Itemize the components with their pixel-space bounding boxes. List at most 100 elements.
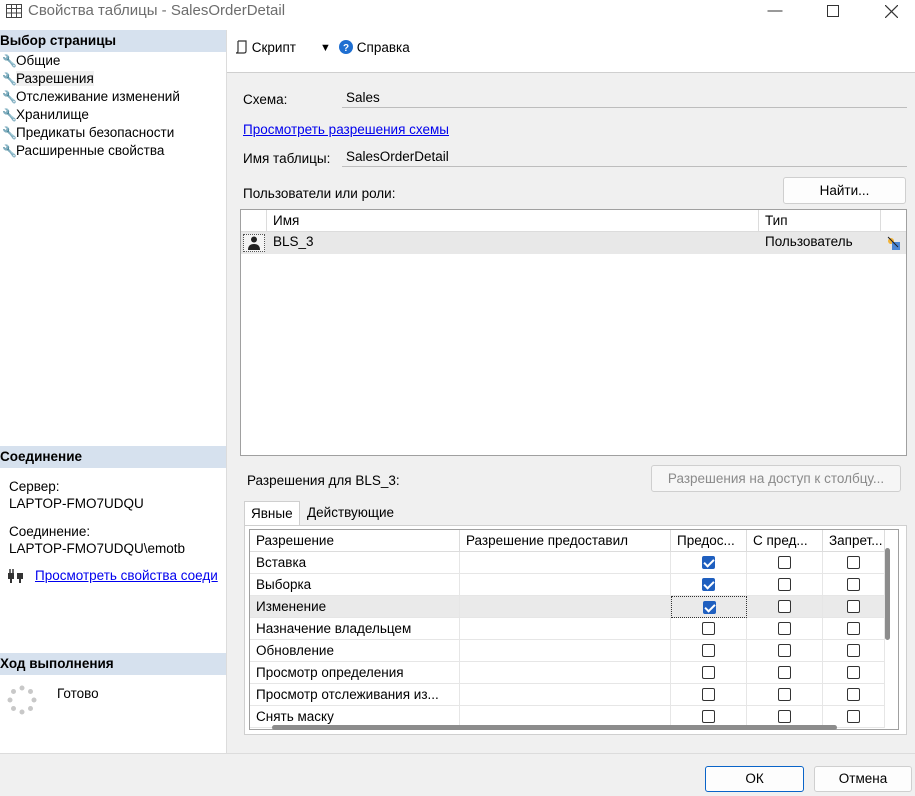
users-roles-label: Пользователи или роли: bbox=[243, 186, 396, 201]
perm-grant-checkbox[interactable] bbox=[703, 601, 716, 614]
perm-with-grant-checkbox[interactable] bbox=[778, 578, 791, 591]
perm-grant-cell bbox=[671, 574, 747, 596]
perm-deny-checkbox[interactable] bbox=[847, 644, 860, 657]
view-schema-permissions-link[interactable]: Просмотреть разрешения схемы bbox=[243, 122, 449, 137]
perm-deny-checkbox[interactable] bbox=[847, 666, 860, 679]
nav-item-permissions[interactable]: 🔧Разрешения bbox=[2, 70, 94, 88]
perm-deny-checkbox[interactable] bbox=[847, 622, 860, 635]
table-row[interactable]: Обновление bbox=[250, 640, 885, 662]
perm-deny-checkbox[interactable] bbox=[847, 688, 860, 701]
perm-grantor bbox=[460, 596, 671, 618]
minimize-button[interactable]: — bbox=[752, 0, 798, 24]
perm-grantor bbox=[460, 640, 671, 662]
perm-grant-checkbox[interactable] bbox=[702, 710, 715, 723]
schema-label: Схема: bbox=[243, 92, 288, 107]
perm-with-grant-checkbox[interactable] bbox=[778, 666, 791, 679]
maximize-button[interactable] bbox=[810, 0, 856, 24]
cancel-button[interactable]: Отмена bbox=[814, 766, 912, 792]
toolbar: Скрипт ▼ ? Справка bbox=[227, 30, 915, 73]
perm-col-grantor-header[interactable]: Разрешение предоставил bbox=[460, 530, 671, 552]
table-row[interactable]: Изменение bbox=[250, 596, 885, 618]
perm-grant-checkbox[interactable] bbox=[702, 622, 715, 635]
script-dropdown-arrow[interactable]: ▼ bbox=[320, 38, 331, 58]
progress-spinner-icon bbox=[7, 685, 37, 715]
table-row[interactable]: Назначение владельцем bbox=[250, 618, 885, 640]
perm-grant-checkbox[interactable] bbox=[702, 556, 715, 569]
perm-grantor bbox=[460, 662, 671, 684]
connection-header: Соединение bbox=[0, 446, 226, 468]
maximize-icon bbox=[827, 5, 839, 17]
perm-deny-checkbox[interactable] bbox=[847, 600, 860, 613]
perm-with-grant-checkbox[interactable] bbox=[778, 556, 791, 569]
table-row[interactable]: Вставка bbox=[250, 552, 885, 574]
perm-with-grant-checkbox[interactable] bbox=[778, 622, 791, 635]
table-row[interactable]: BLS_3 Пользователь bbox=[241, 232, 906, 254]
perm-grant-checkbox[interactable] bbox=[702, 666, 715, 679]
perm-col-with-grant-header[interactable]: С пред... bbox=[747, 530, 823, 552]
help-button[interactable]: ? Справка bbox=[339, 38, 410, 58]
permissions-for-label: Разрешения для BLS_3: bbox=[247, 473, 400, 488]
permissions-panel: Разрешение Разрешение предоставил Предос..… bbox=[244, 525, 907, 735]
users-grid-icon-header bbox=[241, 210, 267, 232]
right-panel: Скрипт ▼ ? Справка Схема: Sales Просмотр… bbox=[227, 30, 915, 753]
nav-item-change-tracking[interactable]: 🔧Отслеживание изменений bbox=[2, 88, 180, 106]
close-icon bbox=[884, 4, 898, 19]
help-label: Справка bbox=[356, 40, 410, 55]
perm-grant-checkbox[interactable] bbox=[702, 578, 715, 591]
perm-deny-checkbox[interactable] bbox=[847, 710, 860, 723]
left-panel: Выбор страницы 🔧Общие 🔧Разрешения 🔧Отсле… bbox=[0, 30, 227, 753]
table-row[interactable]: Просмотр отслеживания из... bbox=[250, 684, 885, 706]
perm-grant-checkbox[interactable] bbox=[702, 688, 715, 701]
table-name-label: Имя таблицы: bbox=[243, 151, 331, 166]
nav-item-extended-properties[interactable]: 🔧Расширенные свойства bbox=[2, 142, 164, 160]
nav-item-general[interactable]: 🔧Общие bbox=[2, 52, 60, 70]
perm-with-grant-checkbox[interactable] bbox=[778, 688, 791, 701]
perm-grantor bbox=[460, 684, 671, 706]
close-button[interactable] bbox=[868, 0, 914, 24]
perm-grant-cell bbox=[671, 596, 747, 618]
column-permissions-button[interactable]: Разрешения на доступ к столбцу... bbox=[651, 465, 901, 492]
table-row[interactable]: Выборка bbox=[250, 574, 885, 596]
users-grid-type-header[interactable]: Тип bbox=[759, 210, 881, 232]
perm-with-grant-cell bbox=[747, 662, 823, 684]
perm-col-deny-header[interactable]: Запрет... bbox=[823, 530, 885, 552]
perm-name: Назначение владельцем bbox=[250, 618, 460, 640]
table-row[interactable]: Просмотр определения bbox=[250, 662, 885, 684]
ok-button[interactable]: ОК bbox=[705, 766, 804, 792]
table-icon bbox=[6, 4, 22, 18]
user-properties-icon[interactable] bbox=[885, 235, 901, 251]
perm-with-grant-checkbox[interactable] bbox=[778, 644, 791, 657]
vertical-scrollbar-thumb[interactable] bbox=[885, 548, 890, 640]
perm-grantor bbox=[460, 552, 671, 574]
perm-with-grant-checkbox[interactable] bbox=[778, 600, 791, 613]
svg-text:?: ? bbox=[343, 43, 349, 54]
perm-with-grant-cell bbox=[747, 596, 823, 618]
users-grid-extra-header bbox=[881, 210, 906, 232]
perm-col-grant-header[interactable]: Предос... bbox=[671, 530, 747, 552]
perm-col-permission-header[interactable]: Разрешение bbox=[250, 530, 460, 552]
tab-effective[interactable]: Действующие bbox=[301, 501, 400, 525]
perm-deny-cell bbox=[823, 618, 885, 640]
nav-item-label: Расширенные свойства bbox=[16, 143, 165, 158]
perm-grant-checkbox[interactable] bbox=[702, 644, 715, 657]
wrench-icon: 🔧 bbox=[2, 144, 17, 158]
find-button[interactable]: Найти... bbox=[783, 177, 906, 204]
perm-deny-checkbox[interactable] bbox=[847, 578, 860, 591]
permissions-grid: Разрешение Разрешение предоставил Предос..… bbox=[249, 529, 899, 730]
users-grid: Имя Тип BLS_3 Пользователь bbox=[240, 209, 907, 456]
nav-item-security-predicates[interactable]: 🔧Предикаты безопасности bbox=[2, 124, 174, 142]
nav-item-storage[interactable]: 🔧Хранилище bbox=[2, 106, 89, 124]
tab-explicit[interactable]: Явные bbox=[244, 501, 300, 525]
perm-grant-cell bbox=[671, 662, 747, 684]
perm-deny-checkbox[interactable] bbox=[847, 556, 860, 569]
horizontal-scrollbar-thumb[interactable] bbox=[272, 725, 837, 730]
users-grid-name-header[interactable]: Имя bbox=[267, 210, 759, 232]
script-button[interactable]: Скрипт bbox=[235, 38, 296, 58]
perm-with-grant-checkbox[interactable] bbox=[778, 710, 791, 723]
script-label: Скрипт bbox=[251, 40, 296, 55]
view-connection-properties-link[interactable]: Просмотреть свойства соеди bbox=[35, 568, 226, 583]
perm-grant-cell bbox=[671, 618, 747, 640]
perm-name: Выборка bbox=[250, 574, 460, 596]
nav-item-label: Отслеживание изменений bbox=[16, 89, 180, 104]
table-name-field: SalesOrderDetail bbox=[342, 147, 907, 167]
